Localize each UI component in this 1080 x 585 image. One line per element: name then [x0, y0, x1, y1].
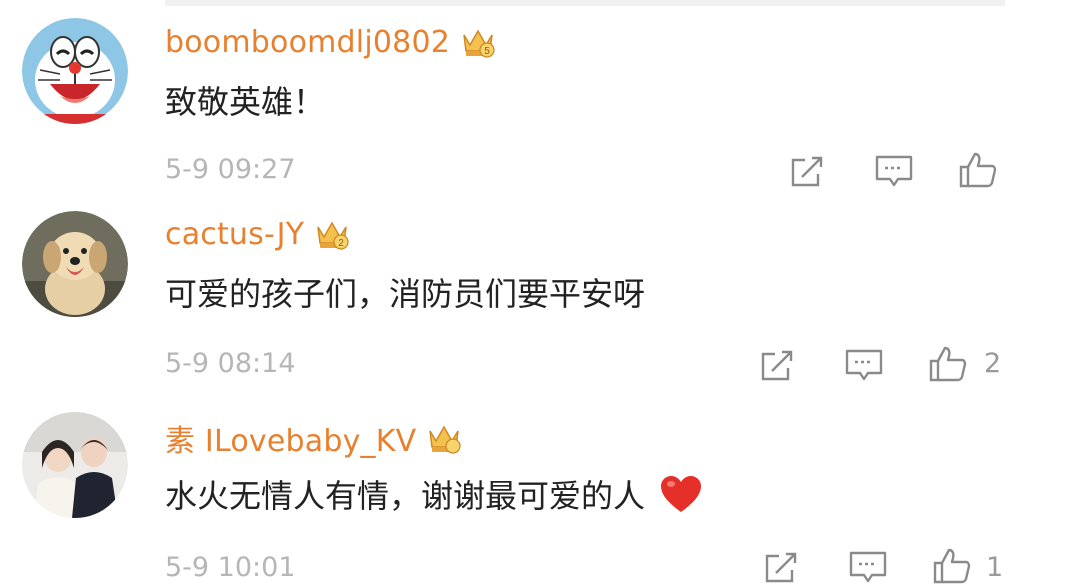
comment-body: 致敬英雄！: [165, 83, 326, 121]
top-divider: [165, 0, 1005, 6]
avatar[interactable]: [22, 412, 128, 518]
comment-text: 致敬英雄！: [165, 78, 325, 122]
like-count: 1: [986, 552, 1004, 583]
svg-text:2: 2: [338, 238, 344, 249]
crown-icon: [426, 421, 462, 455]
red-heart-icon: [659, 474, 703, 514]
comment-body: 可爱的孩子们，消防员们要平安呀: [165, 275, 646, 313]
username-link[interactable]: 素 ILovebaby_KV: [165, 416, 416, 460]
comment-text: 水火无情人有情，谢谢最可爱的人: [165, 470, 703, 518]
like-icon[interactable]: [932, 546, 972, 585]
comment-body: 水火无情人有情，谢谢最可爱的人: [165, 477, 646, 515]
like-count: 2: [984, 348, 1002, 379]
dog-photo-avatar: [22, 211, 128, 317]
avatar[interactable]: [22, 18, 128, 124]
timestamp: 5-9 10:01: [165, 552, 296, 583]
crown-icon: 5: [460, 25, 496, 59]
timestamp: 5-9 09:27: [165, 154, 296, 185]
crown-icon: 2: [314, 217, 350, 251]
reply-icon[interactable]: [844, 346, 884, 386]
share-icon[interactable]: [788, 152, 828, 192]
like-icon[interactable]: [928, 344, 968, 384]
timestamp: 5-9 08:14: [165, 348, 296, 379]
username-row: cactus-JY 2: [165, 212, 350, 256]
username-row: boomboomdlj0802 5: [165, 20, 496, 64]
like-icon[interactable]: [958, 150, 998, 190]
username-link[interactable]: boomboomdlj0802: [165, 25, 450, 60]
avatar[interactable]: [22, 211, 128, 317]
username-row: 素 ILovebaby_KV: [165, 416, 462, 460]
share-icon[interactable]: [758, 346, 798, 386]
reply-icon[interactable]: [848, 548, 888, 585]
couple-photo-avatar: [22, 412, 128, 518]
username-link[interactable]: cactus-JY: [165, 217, 304, 252]
share-icon[interactable]: [762, 548, 802, 585]
doraemon-avatar: [22, 18, 128, 124]
svg-text:5: 5: [484, 46, 490, 57]
comment-text: 可爱的孩子们，消防员们要平安呀: [165, 270, 645, 314]
reply-icon[interactable]: [874, 152, 914, 192]
